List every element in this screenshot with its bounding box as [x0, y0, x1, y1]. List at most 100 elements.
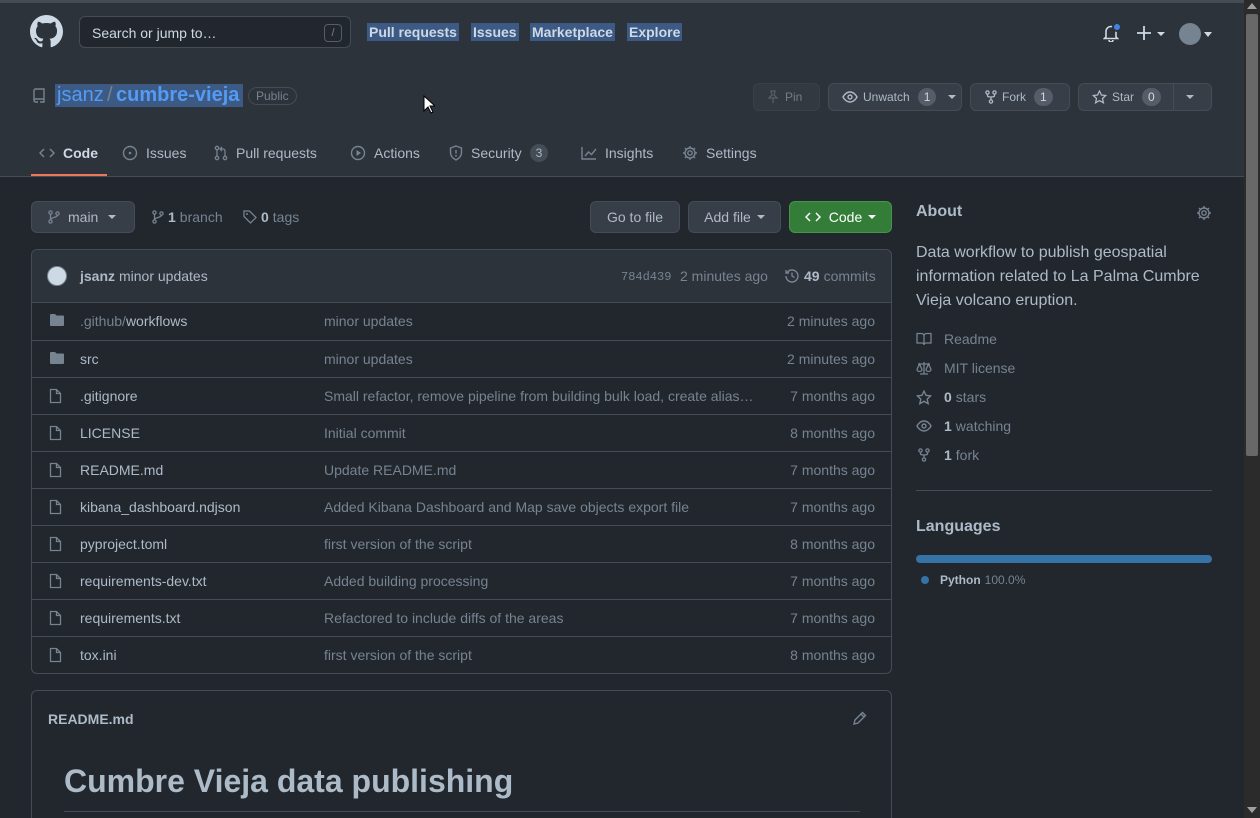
file-row[interactable]: README.md Update README.md 7 months ago	[32, 451, 891, 488]
star-label: Star	[1112, 90, 1135, 104]
user-avatar[interactable]	[1179, 23, 1201, 45]
scroll-up-arrow-icon[interactable]	[1247, 3, 1257, 9]
avatar-dropdown-caret-icon[interactable]	[1204, 32, 1212, 37]
tab-settings-label: Settings	[706, 145, 757, 161]
file-commit-message[interactable]: first version of the script	[324, 536, 756, 552]
search-input[interactable]: Search or jump to… /	[79, 16, 351, 48]
pencil-icon[interactable]	[853, 711, 867, 725]
file-commit-message[interactable]: Added Kibana Dashboard and Map save obje…	[324, 499, 756, 515]
file-name-link[interactable]: tox.ini	[80, 647, 117, 663]
nav-issues[interactable]: Issues	[471, 23, 519, 41]
scroll-down-arrow-icon[interactable]	[1247, 807, 1257, 813]
repo-name-link[interactable]: cumbre-vieja	[114, 84, 244, 107]
nav-marketplace[interactable]: Marketplace	[530, 23, 615, 41]
add-file-button[interactable]: Add file	[688, 201, 781, 233]
tags-link[interactable]: 0 tags	[243, 209, 299, 225]
watch-dropdown-caret-icon[interactable]	[948, 95, 957, 99]
add-file-label: Add file	[704, 209, 751, 225]
file-commit-time: 8 months ago	[790, 536, 875, 552]
code-dropdown-button[interactable]: Code	[789, 201, 892, 233]
readme-link[interactable]: Readme	[916, 331, 997, 347]
file-row[interactable]: pyproject.toml first version of the scrip…	[32, 525, 891, 562]
file-row[interactable]: LICENSE Initial commit 8 months ago	[32, 414, 891, 451]
tab-insights[interactable]: Insights	[581, 143, 653, 163]
commit-author[interactable]: jsanz	[80, 268, 115, 284]
tab-code[interactable]: Code	[39, 143, 98, 163]
star-dropdown-caret-icon[interactable]	[1185, 95, 1194, 99]
file-row[interactable]: tox.ini first version of the script 8 mont…	[32, 636, 891, 673]
file-row[interactable]: .gitignore Small refactor, remove pipelin…	[32, 377, 891, 414]
pin-button[interactable]: Pin	[753, 83, 820, 111]
commits-link[interactable]: 49 commits	[784, 268, 876, 284]
commit-sha[interactable]: 784d439	[621, 270, 671, 284]
star-button-divider	[1172, 84, 1174, 110]
file-commit-message[interactable]: Refactored to include diffs of the areas	[324, 610, 756, 626]
file-name-link[interactable]: README.md	[80, 462, 163, 478]
file-row[interactable]: src minor updates 2 minutes ago	[32, 340, 891, 377]
scrollbar-thumb[interactable]	[1246, 14, 1258, 456]
file-name-text: requirements.txt	[80, 610, 181, 626]
file-name-text: src	[80, 351, 99, 367]
star-count: 0	[1142, 88, 1161, 106]
file-browser: jsanz minor updates 784d439 2 minutes ag…	[31, 249, 892, 674]
file-name-link[interactable]: src	[80, 351, 99, 367]
tab-pull-requests-label: Pull requests	[236, 145, 317, 161]
unwatch-button[interactable]: Unwatch 1	[828, 83, 962, 111]
forks-link[interactable]: 1 fork	[916, 447, 979, 463]
file-row[interactable]: .github/workflows minor updates 2 minutes …	[32, 303, 891, 340]
commit-word: commits	[823, 268, 876, 284]
commit-message[interactable]: minor updates	[119, 268, 208, 284]
play-icon	[350, 145, 366, 161]
file-commit-message[interactable]: Small refactor, remove pipeline from bui…	[324, 388, 756, 404]
file-name-link[interactable]: .gitignore	[80, 388, 138, 404]
tag-icon	[243, 210, 257, 224]
star-icon	[1092, 90, 1107, 104]
readme-panel: README.md Cumbre Vieja data publishing	[31, 690, 892, 818]
create-new-icon[interactable]	[1136, 24, 1166, 42]
file-commit-message[interactable]: Initial commit	[324, 425, 756, 441]
file-commit-message[interactable]: minor updates	[324, 313, 756, 329]
file-name-link[interactable]: kibana_dashboard.ndjson	[80, 499, 240, 515]
code-button-label: Code	[828, 209, 863, 225]
star-button[interactable]: Star 0	[1078, 83, 1212, 111]
license-link[interactable]: MIT license	[916, 360, 1015, 376]
file-row[interactable]: requirements.txt Refactored to include di…	[32, 599, 891, 636]
tab-pull-requests[interactable]: Pull requests	[214, 143, 317, 163]
file-name-link[interactable]: .github/workflows	[80, 313, 187, 329]
nav-explore[interactable]: Explore	[627, 23, 683, 41]
branches-link[interactable]: 1 branch	[152, 209, 223, 225]
file-row[interactable]: requirements-dev.txt Added building proce…	[32, 562, 891, 599]
code-caret-icon	[868, 215, 877, 219]
file-name-link[interactable]: pyproject.toml	[80, 536, 167, 552]
file-commit-message[interactable]: first version of the script	[324, 647, 756, 663]
branch-select-button[interactable]: main	[31, 201, 135, 233]
language-python[interactable]: Python 100.0%	[921, 573, 1025, 587]
file-commit-time: 2 minutes ago	[787, 351, 875, 367]
file-commit-message[interactable]: Update README.md	[324, 462, 756, 478]
file-row[interactable]: kibana_dashboard.ndjson Added Kibana Dash…	[32, 488, 891, 525]
stars-word: stars	[955, 389, 987, 405]
file-name-link[interactable]: requirements.txt	[80, 610, 180, 626]
fork-button[interactable]: Fork 1	[970, 83, 1070, 111]
file-commit-message[interactable]: minor updates	[324, 351, 756, 367]
repo-owner-link[interactable]: jsanz	[55, 84, 106, 107]
file-commit-message[interactable]: Added building processing	[324, 573, 756, 589]
file-name-text: .gitignore	[80, 388, 138, 404]
go-to-file-button[interactable]: Go to file	[590, 201, 680, 233]
file-name-link[interactable]: LICENSE	[80, 425, 140, 441]
github-logo-icon[interactable]	[30, 15, 63, 48]
gear-icon[interactable]	[1196, 205, 1212, 221]
tab-issues[interactable]: Issues	[122, 143, 186, 163]
tab-actions[interactable]: Actions	[350, 143, 420, 163]
nav-pull-requests[interactable]: Pull requests	[367, 23, 459, 41]
tab-insights-label: Insights	[605, 145, 654, 161]
tab-settings[interactable]: Settings	[682, 143, 757, 163]
file-name-link[interactable]: requirements-dev.txt	[80, 573, 207, 589]
watching-link[interactable]: 1 watching	[916, 418, 1011, 434]
visibility-badge: Public	[248, 87, 297, 105]
file-commit-time: 8 months ago	[790, 647, 875, 663]
tab-security[interactable]: Security 3	[449, 143, 549, 163]
stars-link[interactable]: 0 stars	[916, 389, 986, 405]
commit-author-avatar[interactable]	[47, 266, 67, 286]
security-count-badge: 3	[529, 144, 549, 162]
